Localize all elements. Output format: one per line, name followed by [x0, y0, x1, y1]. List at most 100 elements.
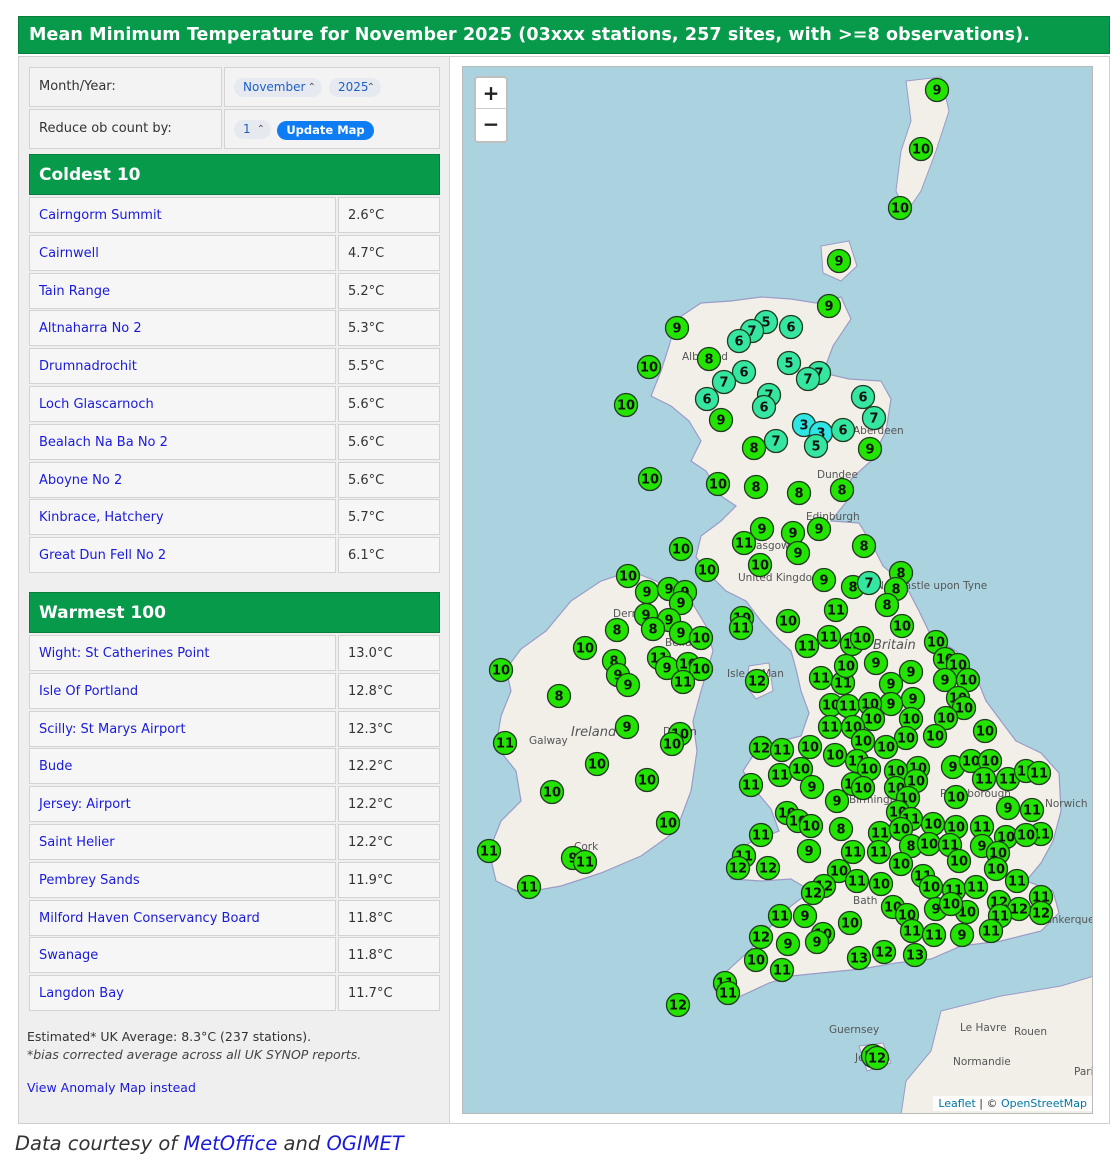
station-marker[interactable]: 11 [866, 839, 892, 865]
station-marker[interactable]: 10 [668, 536, 694, 562]
station-marker[interactable]: 5 [803, 433, 829, 459]
station-marker[interactable]: 10 [922, 723, 948, 749]
metoffice-link[interactable]: MetOffice [183, 1132, 277, 1155]
station-marker[interactable]: 10 [637, 466, 663, 492]
update-map-button[interactable]: Update Map [277, 121, 374, 140]
station-marker[interactable]: 10 [822, 742, 848, 768]
station-marker[interactable]: 6 [830, 417, 856, 443]
station-marker[interactable]: 10 [916, 831, 942, 857]
map-container[interactable]: AlbalandAberdeenDundeeEdinburghGlasgowUn… [462, 66, 1093, 1114]
coldest-station-link[interactable]: Cairnwell [30, 236, 335, 271]
station-marker[interactable]: 10 [615, 563, 641, 589]
station-marker[interactable]: 10 [688, 625, 714, 651]
coldest-station-link[interactable]: Altnaharra No 2 [30, 311, 335, 346]
month-select[interactable]: November ⌃ [234, 78, 322, 97]
openstreetmap-link[interactable]: OpenStreetMap [1001, 1097, 1087, 1110]
leaflet-link[interactable]: Leaflet [938, 1097, 975, 1110]
station-marker[interactable]: 11 [769, 737, 795, 763]
station-marker[interactable]: 8 [604, 617, 630, 643]
station-marker[interactable]: 13 [902, 942, 928, 968]
station-marker[interactable]: 11 [808, 665, 834, 691]
station-marker[interactable]: 11 [921, 922, 947, 948]
station-marker[interactable]: 10 [908, 136, 934, 162]
station-marker[interactable]: 8 [786, 480, 812, 506]
station-marker[interactable]: 10 [636, 354, 662, 380]
station-marker[interactable]: 9 [863, 650, 889, 676]
station-marker[interactable]: 9 [668, 620, 694, 646]
station-marker[interactable]: 6 [694, 386, 720, 412]
station-marker[interactable]: 9 [826, 248, 852, 274]
station-marker[interactable]: 10 [705, 471, 731, 497]
station-marker[interactable]: 8 [828, 816, 854, 842]
station-marker[interactable]: 11 [728, 615, 754, 641]
station-marker[interactable]: 10 [798, 813, 824, 839]
warmest-station-link[interactable]: Milford Haven Conservancy Board [30, 901, 335, 936]
station-marker[interactable]: 12 [755, 855, 781, 881]
station-marker[interactable]: 10 [694, 557, 720, 583]
station-marker[interactable]: 10 [613, 392, 639, 418]
station-marker[interactable]: 11 [899, 918, 925, 944]
station-marker[interactable]: 9 [824, 788, 850, 814]
station-marker[interactable]: 8 [874, 592, 900, 618]
station-marker[interactable]: 11 [1026, 760, 1052, 786]
station-marker[interactable]: 5 [776, 350, 802, 376]
station-marker[interactable]: 10 [849, 625, 875, 651]
station-marker[interactable]: 10 [938, 891, 964, 917]
station-marker[interactable]: 11 [844, 868, 870, 894]
warmest-station-link[interactable]: Scilly: St Marys Airport [30, 712, 335, 747]
station-marker[interactable]: 10 [488, 657, 514, 683]
station-marker[interactable]: 9 [634, 579, 660, 605]
station-marker[interactable]: 10 [887, 195, 913, 221]
station-marker[interactable]: 11 [823, 597, 849, 623]
coldest-station-link[interactable]: Kinbrace, Hatchery [30, 500, 335, 535]
reduce-count-select[interactable]: 1 ⌃ [234, 120, 271, 139]
station-marker[interactable]: 9 [857, 436, 883, 462]
station-marker[interactable]: 6 [778, 314, 804, 340]
warmest-station-link[interactable]: Isle Of Portland [30, 674, 335, 709]
station-marker[interactable]: 11 [572, 849, 598, 875]
station-marker[interactable]: 9 [898, 659, 924, 685]
station-marker[interactable]: 10 [584, 751, 610, 777]
station-marker[interactable]: 10 [920, 811, 946, 837]
station-marker[interactable]: 6 [726, 328, 752, 354]
station-marker[interactable]: 10 [943, 784, 969, 810]
station-marker[interactable]: 11 [738, 772, 764, 798]
station-marker[interactable]: 11 [492, 730, 518, 756]
station-marker[interactable]: 12 [800, 880, 826, 906]
station-marker[interactable]: 8 [696, 346, 722, 372]
station-marker[interactable]: 10 [868, 871, 894, 897]
station-marker[interactable]: 9 [785, 540, 811, 566]
station-marker[interactable]: 11 [978, 918, 1004, 944]
station-marker[interactable]: 12 [864, 1045, 890, 1071]
year-select[interactable]: 2025 ⌃ [329, 78, 381, 97]
station-marker[interactable]: 11 [767, 762, 793, 788]
station-marker[interactable]: 10 [797, 734, 823, 760]
coldest-station-link[interactable]: Great Dun Fell No 2 [30, 538, 335, 573]
station-marker[interactable]: 11 [715, 980, 741, 1006]
station-marker[interactable]: 9 [775, 931, 801, 957]
station-marker[interactable]: 10 [918, 874, 944, 900]
coldest-station-link[interactable]: Cairngorm Summit [30, 198, 335, 233]
station-marker[interactable]: 12 [665, 992, 691, 1018]
station-marker[interactable]: 10 [888, 851, 914, 877]
coldest-station-link[interactable]: Drumnadrochit [30, 349, 335, 384]
anomaly-map-link[interactable]: View Anomaly Map instead [27, 1080, 196, 1095]
zoom-out-button[interactable]: − [476, 109, 506, 140]
station-marker[interactable]: 10 [634, 767, 660, 793]
station-marker[interactable]: 9 [811, 567, 837, 593]
station-marker[interactable]: 9 [806, 516, 832, 542]
station-marker[interactable]: 12 [725, 855, 751, 881]
station-marker[interactable]: 7 [861, 405, 887, 431]
station-marker[interactable]: 10 [850, 775, 876, 801]
station-marker[interactable]: 10 [747, 552, 773, 578]
coldest-station-link[interactable]: Tain Range [30, 274, 335, 309]
station-marker[interactable]: 10 [837, 910, 863, 936]
station-marker[interactable]: 8 [829, 477, 855, 503]
coldest-station-link[interactable]: Bealach Na Ba No 2 [30, 425, 335, 460]
station-marker[interactable]: 11 [476, 838, 502, 864]
station-marker[interactable]: 11 [731, 530, 757, 556]
station-marker[interactable]: 8 [741, 435, 767, 461]
station-marker[interactable]: 11 [1019, 797, 1045, 823]
station-marker[interactable]: 10 [983, 856, 1009, 882]
station-marker[interactable]: 8 [743, 474, 769, 500]
